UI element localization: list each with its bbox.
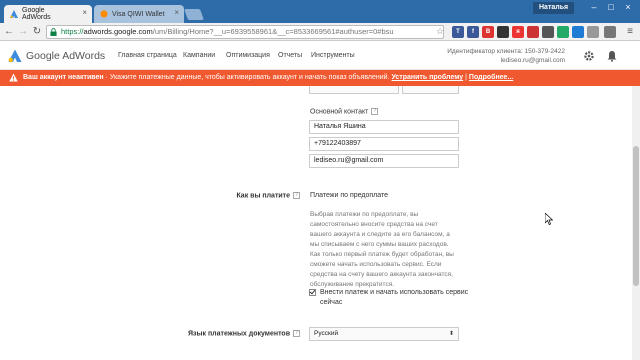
page-scrollbar[interactable] — [632, 86, 640, 360]
nav-tools[interactable]: Инструменты — [311, 52, 355, 59]
extension-icon[interactable] — [542, 26, 554, 38]
nav-campaigns[interactable]: Кампании — [183, 52, 215, 59]
adwords-logo-icon — [8, 49, 22, 63]
extension-icon[interactable] — [587, 26, 599, 38]
pay-now-checkbox[interactable] — [309, 289, 316, 296]
maximize-icon[interactable]: □ — [603, 1, 619, 13]
email-field[interactable]: lediseo.ru@gmail.com — [309, 154, 459, 168]
doc-language-text: Язык платежных документов — [188, 330, 290, 338]
extension-icon[interactable] — [557, 26, 569, 38]
how-you-pay-label: Как вы платите? — [236, 192, 300, 199]
address-bar-row: ← → ↻ https://adwords.google.com/um/Bill… — [0, 23, 640, 41]
nav-optimization[interactable]: Оптимизация — [226, 52, 270, 59]
extension-icon[interactable] — [604, 26, 616, 38]
tab-close-icon[interactable]: × — [82, 8, 87, 17]
browser-tabstrip: Google AdWords × Visa QIWI Wallet × Ната… — [0, 0, 640, 23]
tab-title: Google AdWords — [22, 7, 51, 21]
tab-qiwi-wallet[interactable]: Visa QIWI Wallet × — [94, 5, 184, 23]
billing-form: Основной контакт? Наталья Яшина +7912240… — [0, 86, 632, 360]
doc-language-value: Русский — [314, 330, 339, 337]
pay-method: Платежи по предоплате — [310, 192, 388, 199]
fix-problem-link[interactable]: Устранить проблему — [392, 74, 464, 81]
client-info[interactable]: Идентификатор клиента: 150-379-2422 ledi… — [447, 47, 565, 65]
contact-label: Основной контакт? — [310, 108, 379, 116]
extension-icon[interactable]: f — [467, 26, 479, 38]
back-icon[interactable]: ← — [3, 26, 15, 38]
url-host: adwords.google.com — [83, 27, 153, 36]
url-path: /um/Billing/Home?__u=6939558961&__c=8533… — [152, 27, 394, 36]
minimize-icon[interactable]: – — [586, 1, 602, 13]
adwords-header: Google AdWords Главная страница Кампании… — [0, 42, 640, 70]
nav-reports[interactable]: Отчеты — [278, 52, 302, 59]
lock-icon — [50, 28, 57, 36]
tab-google-adwords[interactable]: Google AdWords × — [4, 5, 92, 23]
url-scheme: https:// — [61, 27, 84, 36]
alert-text: · Укажите платежные данные, чтобы активи… — [103, 74, 390, 81]
extension-icon[interactable]: я — [512, 26, 524, 38]
code-select-partial[interactable] — [402, 86, 459, 94]
new-tab-button[interactable] — [183, 9, 205, 20]
tab-close-icon[interactable]: × — [174, 8, 179, 17]
url-input[interactable]: https://adwords.google.com/um/Billing/Ho… — [46, 25, 444, 39]
help-icon[interactable]: ? — [293, 192, 300, 199]
pay-description: Выбрав платежи по предоплате, вы самосто… — [310, 211, 454, 288]
doc-language-select[interactable]: Русский ⬍ — [309, 327, 459, 341]
gear-icon[interactable] — [583, 50, 595, 62]
alert-message: Ваш аккаунт неактивен · Укажите платежны… — [23, 70, 513, 86]
contact-label-text: Основной контакт — [310, 108, 369, 116]
qiwi-favicon-icon — [100, 10, 108, 18]
phone-field[interactable]: +79122403897 — [309, 137, 459, 151]
alert-title: Ваш аккаунт неактивен — [23, 74, 104, 81]
contact-name-field[interactable]: Наталья Яшина — [309, 120, 459, 134]
warning-icon — [9, 73, 18, 82]
reload-icon[interactable]: ↻ — [31, 26, 43, 38]
client-email: lediseo.ru@gmail.com — [500, 57, 565, 64]
client-id: Идентификатор клиента: 150-379-2422 — [447, 48, 565, 55]
extension-icon[interactable]: T — [452, 26, 464, 38]
mouse-cursor-icon — [545, 213, 553, 225]
pay-now-checkbox-row[interactable]: Внести платеж и начать использовать серв… — [309, 288, 469, 308]
help-icon[interactable]: ? — [371, 108, 379, 115]
country-select-partial[interactable] — [309, 86, 399, 94]
adwords-logo-text[interactable]: Google AdWords — [26, 50, 105, 62]
how-you-pay-text: Как вы платите — [236, 192, 290, 200]
doc-language-label: Язык платежных документов? — [188, 330, 300, 337]
extension-icon[interactable] — [497, 26, 509, 38]
tab-title: Visa QIWI Wallet — [112, 10, 165, 18]
help-icon[interactable]: ? — [293, 330, 300, 337]
nav-home[interactable]: Главная страница — [118, 52, 177, 59]
extension-icon[interactable] — [527, 26, 539, 38]
window-user-badge[interactable]: Наталья — [533, 2, 575, 14]
close-window-icon[interactable]: × — [620, 1, 636, 13]
select-arrows-icon: ⬍ — [448, 331, 454, 337]
menu-icon[interactable]: ≡ — [624, 26, 636, 38]
extension-icon[interactable]: B — [482, 26, 494, 38]
learn-more-link[interactable]: Подробнее... — [469, 74, 513, 81]
scrollbar-thumb[interactable] — [633, 146, 639, 286]
bookmark-star-icon[interactable]: ☆ — [436, 26, 444, 37]
extension-icon[interactable] — [572, 26, 584, 38]
forward-icon[interactable]: → — [17, 26, 29, 38]
pay-now-label: Внести платеж и начать использовать серв… — [320, 289, 469, 306]
account-inactive-alert: Ваш аккаунт неактивен · Укажите платежны… — [0, 70, 640, 86]
bell-icon[interactable] — [606, 50, 618, 62]
adwords-favicon-icon — [10, 10, 18, 18]
